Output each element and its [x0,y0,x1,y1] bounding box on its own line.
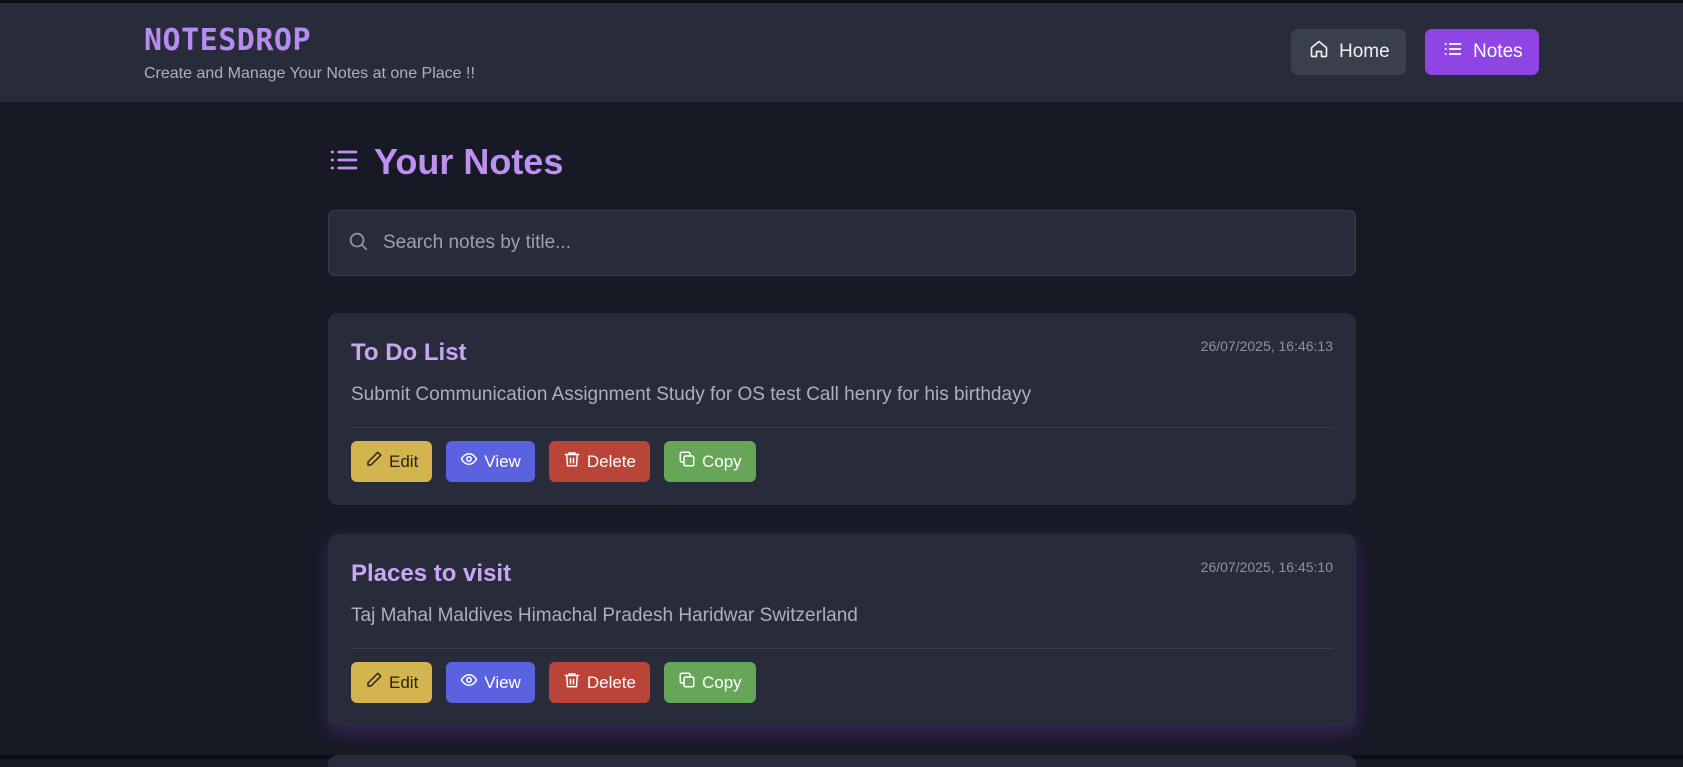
note-card: Places to visit 26/07/2025, 16:45:10 Taj… [328,534,1356,726]
brand-logo[interactable]: NOTESDROP [144,23,311,58]
note-content: Taj Mahal Maldives Himachal Pradesh Hari… [351,605,858,626]
edit-button[interactable]: Edit [351,662,433,703]
home-icon [1309,39,1329,65]
delete-button[interactable]: Delete [548,441,650,482]
page-title: Your Notes [374,141,564,182]
copy-button[interactable]: Copy [663,441,756,482]
note-card-partial [328,755,1356,767]
note-title: To Do List [351,339,467,366]
nav-notes-label: Notes [1473,41,1523,62]
nav-home-label: Home [1339,41,1390,62]
eye-icon [460,450,478,473]
search-bar [328,210,1356,276]
card-divider [351,648,1333,649]
eye-icon [460,671,478,694]
note-title: Places to visit [351,560,512,587]
view-label: View [484,672,521,692]
delete-button[interactable]: Delete [548,662,650,703]
search-input[interactable] [383,232,1343,254]
view-button[interactable]: View [446,662,535,703]
note-actions: Edit View Delete Copy [351,441,756,482]
copy-label: Copy [701,672,742,692]
delete-label: Delete [586,672,636,692]
copy-button[interactable]: Copy [663,662,756,703]
search-icon [347,230,369,257]
brand-tagline: Create and Manage Your Notes at one Plac… [144,65,475,82]
delete-label: Delete [586,451,636,471]
note-actions: Edit View Delete Copy [351,662,756,703]
view-label: View [484,451,521,471]
trash-icon [563,450,581,473]
edit-label: Edit [389,672,419,692]
edit-button[interactable]: Edit [351,441,433,482]
list-icon [1443,39,1463,65]
nav-notes-button[interactable]: Notes [1425,29,1539,75]
top-navbar: NOTESDROP Create and Manage Your Notes a… [0,3,1683,102]
pencil-icon [365,671,383,694]
note-timestamp: 26/07/2025, 16:45:10 [1200,559,1333,575]
copy-icon [678,450,696,473]
view-button[interactable]: View [446,441,535,482]
note-timestamp: 26/07/2025, 16:46:13 [1200,338,1333,354]
nav-home-button[interactable]: Home [1291,29,1406,75]
trash-icon [563,671,581,694]
note-card: To Do List 26/07/2025, 16:46:13 Submit C… [328,313,1356,505]
app-window: NOTESDROP Create and Manage Your Notes a… [0,0,1683,767]
copy-label: Copy [701,451,742,471]
pencil-icon [365,450,383,473]
copy-icon [678,671,696,694]
note-content: Submit Communication Assignment Study fo… [351,384,1032,405]
page-heading: Your Notes [328,141,563,183]
list-icon [328,144,360,181]
edit-label: Edit [389,451,419,471]
card-divider [351,427,1333,428]
